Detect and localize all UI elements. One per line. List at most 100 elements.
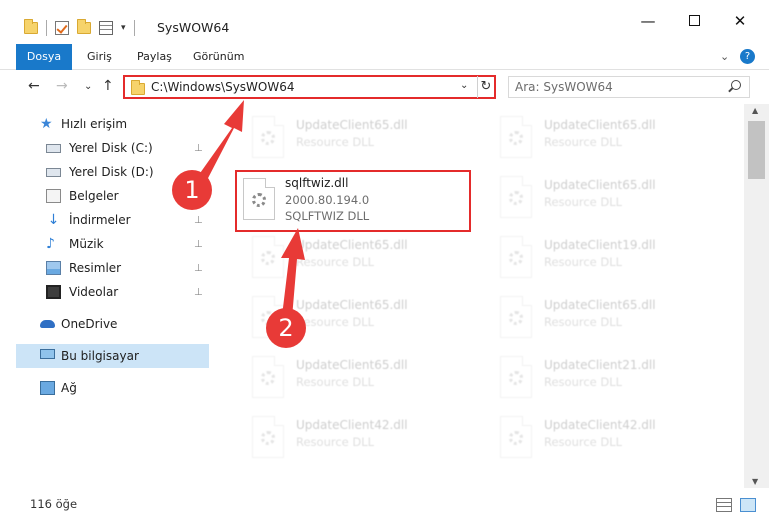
pin-icon[interactable]: ⊥ xyxy=(194,143,203,154)
file-tile[interactable]: UpdateClient65.dll Resource DLL xyxy=(226,228,466,288)
search-input[interactable] xyxy=(515,79,725,95)
download-icon: ↓ xyxy=(47,212,60,228)
file-tile[interactable]: UpdateClient65.dll Resource DLL xyxy=(226,108,466,168)
details-view-icon[interactable] xyxy=(716,498,732,512)
minimize-button[interactable]: — xyxy=(628,12,668,30)
expand-ribbon-icon[interactable]: ⌄ xyxy=(720,50,729,63)
file-explorer-window: ▾ SysWOW64 — ✕ Dosya Giriş Paylaş Görünü… xyxy=(0,0,769,524)
maximize-icon xyxy=(688,15,700,26)
pin-icon[interactable]: ⊥ xyxy=(194,263,203,274)
gear-icon xyxy=(261,371,275,385)
file-tile[interactable]: UpdateClient65.dll Resource DLL xyxy=(226,348,466,408)
drive-icon xyxy=(46,168,61,177)
sidebar-item-onedrive[interactable]: OneDrive xyxy=(16,312,209,336)
file-name: UpdateClient65.dll xyxy=(544,298,656,312)
gear-icon xyxy=(261,131,275,145)
sidebar-item-this-pc[interactable]: Bu bilgisayar xyxy=(16,344,209,368)
pictures-icon xyxy=(46,261,61,275)
sidebar-item-label: Ağ xyxy=(61,381,77,395)
file-tile[interactable]: UpdateClient19.dll Resource DLL xyxy=(474,228,714,288)
pin-icon[interactable]: ⊥ xyxy=(194,287,203,298)
item-count: 116 öğe xyxy=(30,497,78,511)
sidebar-item-label: Yerel Disk (C:) xyxy=(69,141,153,155)
file-name: UpdateClient65.dll xyxy=(296,118,408,132)
scroll-down-arrow-icon[interactable]: ▼ xyxy=(752,477,758,486)
sidebar-item-label: Belgeler xyxy=(69,189,119,203)
file-name: UpdateClient65.dll xyxy=(296,298,408,312)
file-tile[interactable]: UpdateClient21.dll Resource DLL xyxy=(474,348,714,408)
cloud-icon xyxy=(40,320,55,328)
properties-icon[interactable] xyxy=(99,21,113,35)
help-icon[interactable]: ? xyxy=(740,49,755,64)
maximize-button[interactable] xyxy=(674,12,714,30)
file-description: Resource DLL xyxy=(296,435,375,449)
address-dropdown-icon[interactable]: ⌄ xyxy=(460,80,468,91)
vertical-scrollbar[interactable]: ▲ ▼ xyxy=(744,104,769,488)
customize-toolbar-dropdown-icon[interactable]: ▾ xyxy=(121,23,126,33)
file-tile[interactable]: UpdateClient65.dll Resource DLL xyxy=(474,168,714,228)
sidebar-item-music[interactable]: ♪ Müzik ⊥ xyxy=(16,232,209,256)
sidebar-item-label: Videolar xyxy=(69,285,119,299)
close-button[interactable]: ✕ xyxy=(720,12,760,30)
file-name: UpdateClient65.dll xyxy=(544,118,656,132)
gear-icon xyxy=(509,251,523,265)
dll-file-icon xyxy=(500,356,532,398)
new-folder-icon[interactable] xyxy=(77,19,91,34)
sidebar-item-label: Bu bilgisayar xyxy=(61,349,139,363)
tab-view[interactable]: Görünüm xyxy=(193,44,244,70)
separator xyxy=(46,20,47,36)
scroll-up-arrow-icon[interactable]: ▲ xyxy=(752,106,758,115)
dll-file-icon xyxy=(500,116,532,158)
sidebar-item-quick-access[interactable]: ★ Hızlı erişim xyxy=(16,112,209,136)
tab-file[interactable]: Dosya xyxy=(16,44,72,70)
sidebar-item-videos[interactable]: Videolar ⊥ xyxy=(16,280,209,304)
search-icon[interactable] xyxy=(731,80,741,90)
properties-check-icon[interactable] xyxy=(55,21,69,35)
file-description: Resource DLL xyxy=(296,135,375,149)
computer-icon xyxy=(40,349,55,359)
sidebar-item-downloads[interactable]: ↓ İndirmeler ⊥ xyxy=(16,208,209,232)
file-tile[interactable]: UpdateClient42.dll Resource DLL xyxy=(226,408,466,468)
file-name: UpdateClient21.dll xyxy=(544,358,656,372)
folder-icon xyxy=(131,80,145,95)
large-icons-view-icon[interactable] xyxy=(740,498,756,512)
file-tile-focused[interactable]: sqlftwiz.dll 2000.80.194.0 SQLFTWIZ DLL xyxy=(235,170,471,232)
scrollbar-thumb[interactable] xyxy=(748,121,765,179)
file-list: UpdateClient65.dll Resource DLL sqlftwiz… xyxy=(214,104,744,488)
tab-share[interactable]: Paylaş xyxy=(137,44,172,70)
step-2-badge: 2 xyxy=(266,308,306,348)
back-button[interactable]: ← xyxy=(28,78,40,94)
file-description: Resource DLL xyxy=(544,255,623,269)
gear-icon xyxy=(509,371,523,385)
file-name: UpdateClient65.dll xyxy=(544,178,656,192)
music-icon: ♪ xyxy=(46,236,55,252)
address-path[interactable]: C:\Windows\SysWOW64 xyxy=(151,80,295,94)
dll-file-icon xyxy=(252,116,284,158)
pin-icon[interactable]: ⊥ xyxy=(194,239,203,250)
file-name: UpdateClient42.dll xyxy=(296,418,408,432)
pin-icon[interactable]: ⊥ xyxy=(194,215,203,226)
tab-home[interactable]: Giriş xyxy=(87,44,112,70)
file-tile[interactable]: UpdateClient42.dll Resource DLL xyxy=(474,408,714,468)
up-button[interactable]: ↑ xyxy=(102,78,114,94)
dll-file-icon xyxy=(243,178,275,220)
recent-locations-dropdown[interactable]: ⌄ xyxy=(84,81,92,92)
separator xyxy=(133,20,135,36)
ribbon-tabs: Dosya Giriş Paylaş Görünüm ⌄ ? xyxy=(0,44,769,70)
file-name: UpdateClient19.dll xyxy=(544,238,656,252)
file-tile[interactable]: UpdateClient65.dll Resource DLL xyxy=(474,108,714,168)
file-tile[interactable]: UpdateClient65.dll Resource DLL xyxy=(226,288,466,348)
drive-icon xyxy=(46,144,61,153)
address-bar[interactable]: C:\Windows\SysWOW64 ⌄ ↻ xyxy=(123,75,496,99)
window-title: SysWOW64 xyxy=(157,20,230,35)
file-tile[interactable]: UpdateClient65.dll Resource DLL xyxy=(474,288,714,348)
sidebar-item-network[interactable]: Ağ xyxy=(16,376,209,400)
search-box[interactable] xyxy=(508,76,750,98)
refresh-button[interactable]: ↻ xyxy=(477,76,494,98)
sidebar-item-local-disk-c[interactable]: Yerel Disk (C:) ⊥ xyxy=(16,136,209,160)
forward-button[interactable]: → xyxy=(56,78,68,94)
star-icon: ★ xyxy=(40,116,53,132)
file-description: Resource DLL xyxy=(544,195,623,209)
folder-icon xyxy=(24,19,38,34)
sidebar-item-pictures[interactable]: Resimler ⊥ xyxy=(16,256,209,280)
